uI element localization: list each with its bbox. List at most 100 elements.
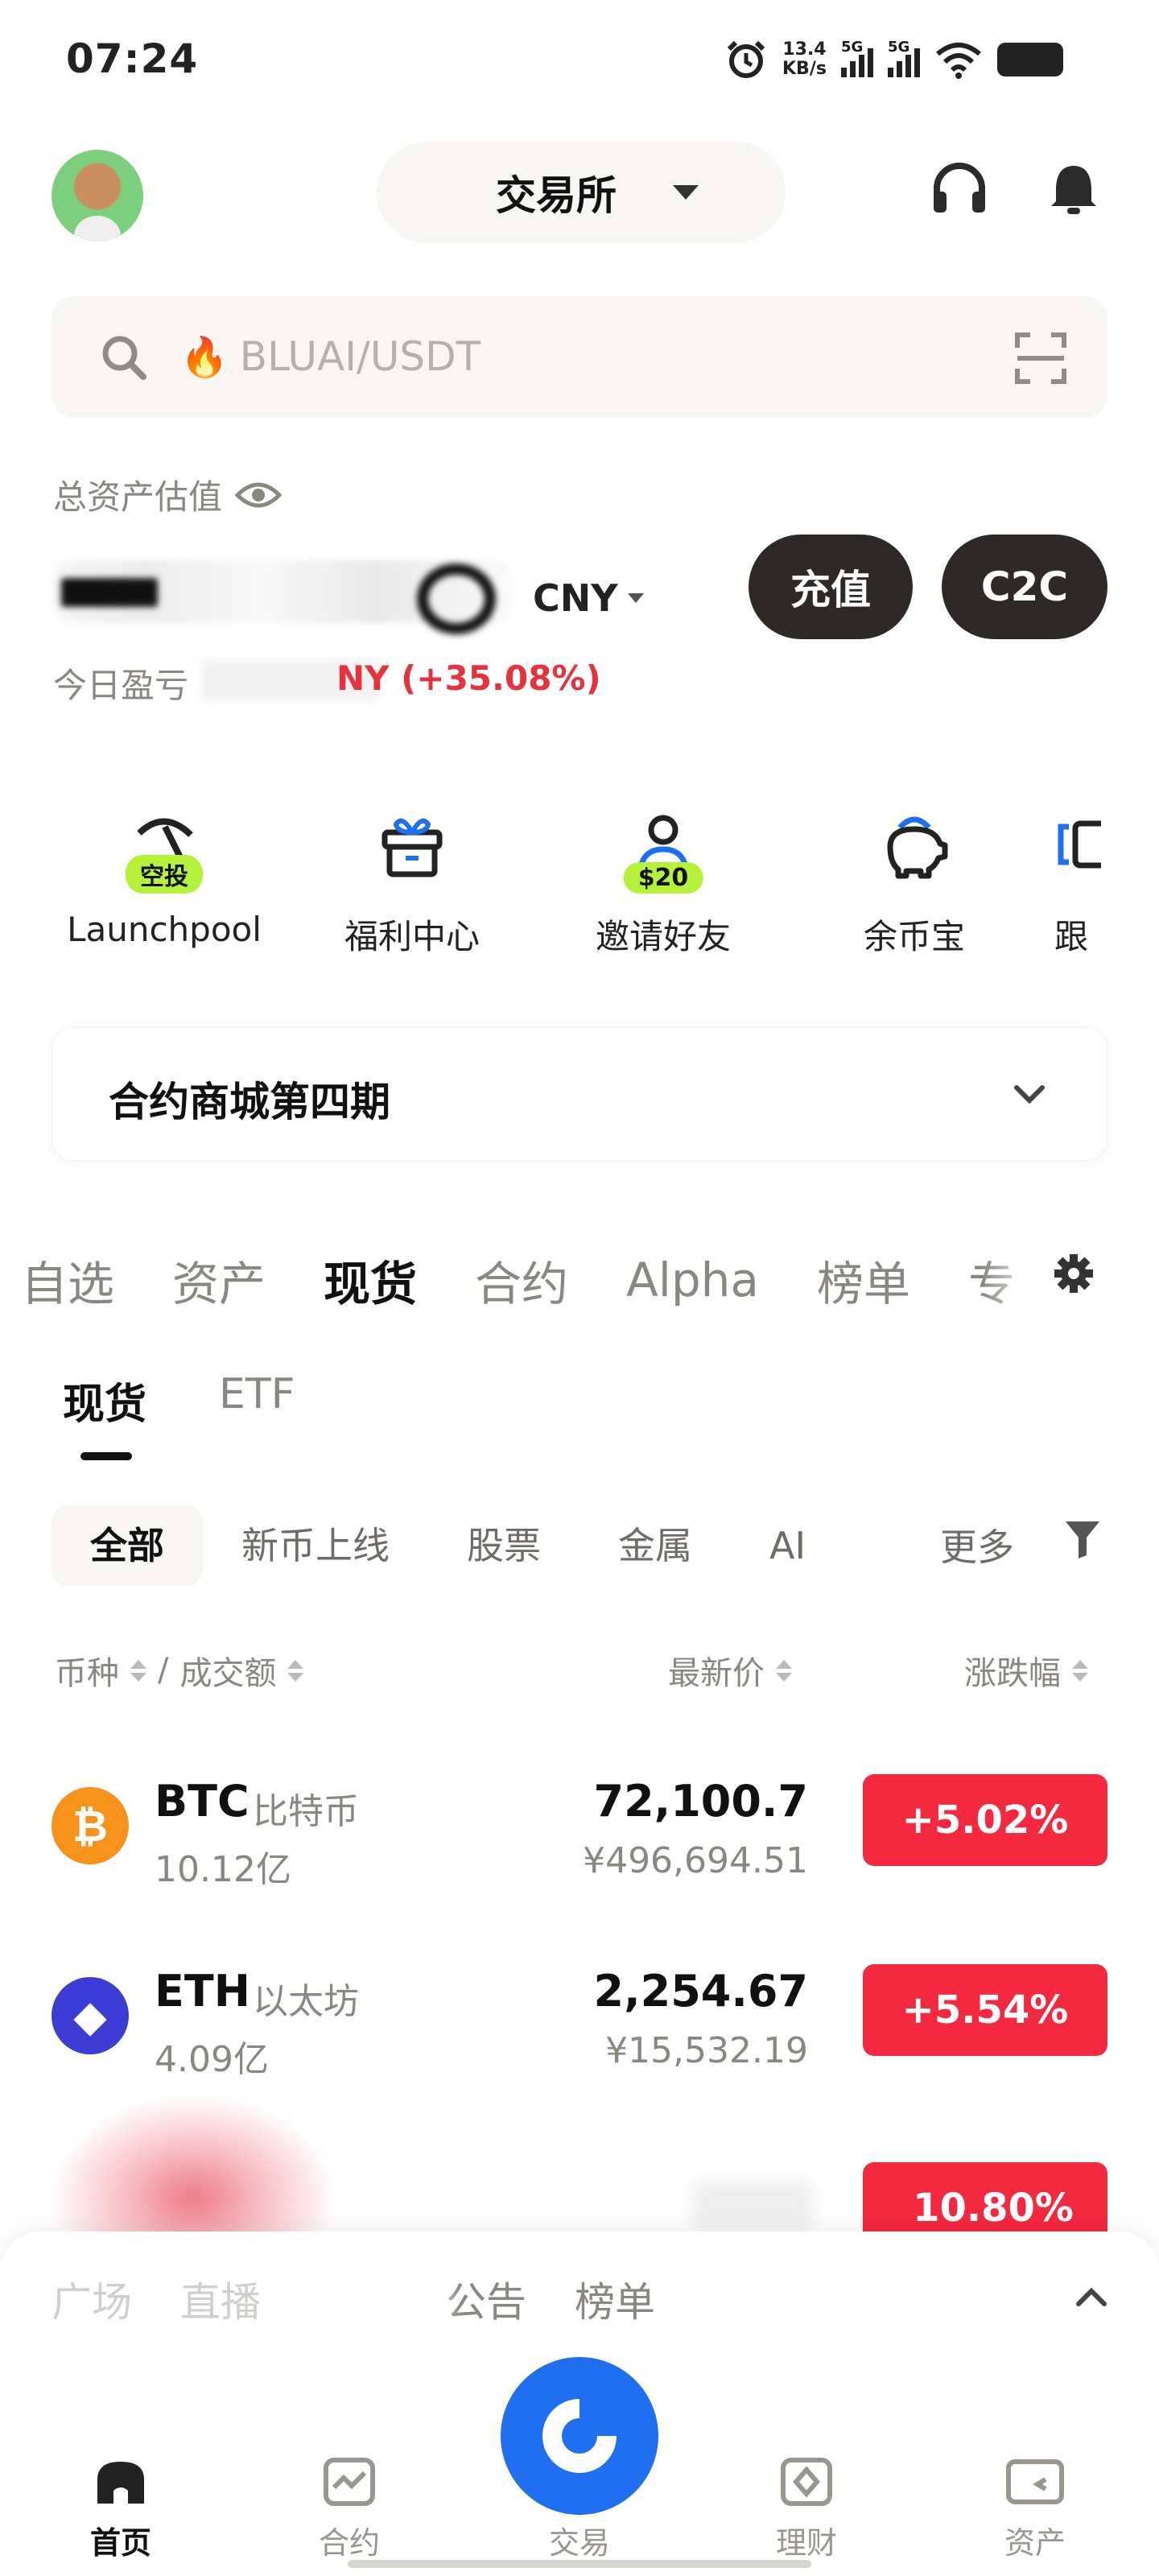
coin-volume: 4.09亿 xyxy=(155,2039,269,2080)
quick-action-savings[interactable]: 余币宝 xyxy=(802,797,1027,959)
caret-down-icon xyxy=(673,185,699,200)
drawer-blur-overlay xyxy=(32,2254,451,2351)
filter-stocks[interactable]: 股票 xyxy=(428,1505,580,1586)
filter-metals[interactable]: 金属 xyxy=(580,1505,731,1586)
sort-icon xyxy=(130,1659,146,1682)
alarm-icon xyxy=(727,40,765,78)
search-input[interactable]: 🔥 BLUAI/USDT xyxy=(180,333,481,380)
piggy-bank-icon xyxy=(887,816,948,879)
signal-2-icon: 5G xyxy=(887,39,920,77)
trade-button[interactable] xyxy=(501,2357,658,2515)
market-tabs: 自选 资产 现货 合约 Alpha 榜单 专 xyxy=(21,1240,1073,1320)
avatar[interactable] xyxy=(52,150,143,242)
table-row[interactable]: ₿ BTC 比特币 10.12亿 72,100.7 ¥496,694.51 +5… xyxy=(0,1757,1159,1918)
spot-subtabs: 现货 ETF xyxy=(63,1370,295,1430)
status-time: 07:24 xyxy=(66,35,199,82)
wallet-icon xyxy=(1006,2459,1064,2504)
quick-action-copy-trade[interactable]: 跟 xyxy=(1053,797,1159,959)
gear-icon[interactable] xyxy=(1051,1251,1096,1296)
quick-action-invite[interactable]: $20 邀请好友 xyxy=(551,797,776,959)
filter-new-listing[interactable]: 新币上线 xyxy=(203,1505,428,1586)
col-price-header[interactable]: 最新价 xyxy=(668,1647,792,1694)
change-badge[interactable]: +5.54% xyxy=(863,1964,1107,2056)
tab-assets[interactable]: 资产 xyxy=(172,1246,266,1314)
search-placeholder: BLUAI/USDT xyxy=(239,333,481,380)
nav-futures[interactable]: 合约 xyxy=(269,2455,430,2562)
sort-icon xyxy=(1072,1659,1088,1682)
masked-price xyxy=(692,2182,813,2230)
earn-icon xyxy=(781,2458,832,2506)
tab-alpha[interactable]: Alpha xyxy=(626,1253,759,1307)
tab-spot[interactable]: 现货 xyxy=(324,1246,417,1314)
subtab-spot[interactable]: 现货 xyxy=(63,1370,146,1430)
net-speed: 13.4 KB/s xyxy=(782,39,827,79)
pnl-label: 今日盈亏 xyxy=(53,666,189,705)
eye-icon[interactable] xyxy=(235,479,283,511)
coin-price: 72,100.7 xyxy=(593,1776,808,1827)
trade-label: 交易 xyxy=(548,2525,610,2561)
status-icons: 13.4 KB/s 5G 5G xyxy=(724,34,1063,85)
coin-symbol: BTC xyxy=(155,1776,250,1827)
coin-price-cny: ¥496,694.51 xyxy=(583,1840,808,1881)
signal-1-icon: 5G xyxy=(840,39,873,77)
tabs-fade xyxy=(982,1224,1054,1336)
battery-icon xyxy=(996,43,1063,76)
search-bar[interactable]: 🔥 BLUAI/USDT xyxy=(52,296,1107,417)
pnl-value: NY (+35.08%) xyxy=(336,658,601,698)
tab-futures[interactable]: 合约 xyxy=(475,1246,568,1314)
gift-icon xyxy=(382,818,443,877)
fire-icon: 🔥 xyxy=(180,334,229,380)
table-row[interactable]: ◆ ETH 以太坊 4.09亿 2,254.67 ¥15,532.19 +5.5… xyxy=(0,1946,1159,2107)
quick-action-launchpool[interactable]: 空投 Launchpool xyxy=(52,797,277,949)
deposit-button[interactable]: 充值 xyxy=(749,535,913,639)
promo-collapse-card[interactable]: 合约商城第四期 xyxy=(52,1027,1107,1161)
coin-price-cny: ¥15,532.19 xyxy=(605,2030,808,2071)
headset-icon[interactable] xyxy=(927,158,992,222)
nav-assets[interactable]: 资产 xyxy=(955,2455,1116,2562)
scan-icon[interactable] xyxy=(1014,332,1067,385)
col-change-header[interactable]: 涨跌幅 xyxy=(964,1647,1088,1694)
chevron-up-icon[interactable] xyxy=(1070,2277,1112,2318)
promo-title: 合约商城第四期 xyxy=(109,1079,390,1125)
exchange-switcher[interactable]: 交易所 xyxy=(377,142,786,243)
coin-name: 以太坊 xyxy=(253,1981,359,2022)
eth-icon: ◆ xyxy=(52,1977,129,2054)
trade-logo-icon xyxy=(542,2399,617,2473)
invite-badge: $20 xyxy=(623,862,703,894)
coin-symbol: ETH xyxy=(155,1966,250,2017)
tab-rankings[interactable]: 榜单 xyxy=(817,1246,910,1314)
filter-chips: 全部 新币上线 股票 金属 AI xyxy=(52,1505,844,1586)
subtab-underline xyxy=(80,1452,132,1460)
nav-earn[interactable]: 理财 xyxy=(726,2455,887,2562)
sort-icon xyxy=(776,1659,792,1682)
filter-icon[interactable] xyxy=(1062,1517,1103,1562)
exchange-label: 交易所 xyxy=(496,172,617,219)
drawer-tab-rankings[interactable]: 榜单 xyxy=(575,2270,655,2328)
airdrop-badge: 空投 xyxy=(126,855,203,894)
filter-more[interactable]: 更多 xyxy=(940,1518,1014,1571)
c2c-button[interactable]: C2C xyxy=(942,535,1107,639)
quick-action-welfare[interactable]: 福利中心 xyxy=(299,797,525,959)
asset-currency-select[interactable]: CNY xyxy=(533,576,644,620)
subtab-etf[interactable]: ETF xyxy=(219,1370,295,1430)
coin-price: 2,254.67 xyxy=(593,1966,808,2017)
nav-home[interactable]: 首页 xyxy=(40,2455,201,2562)
sort-icon xyxy=(287,1659,304,1682)
wifi-icon xyxy=(936,43,981,79)
bell-icon[interactable] xyxy=(1041,158,1106,222)
triangle-down-icon xyxy=(627,593,644,603)
home-indicator xyxy=(348,2560,811,2568)
copy-trade-icon xyxy=(1058,820,1101,869)
coin-volume: 10.12亿 xyxy=(155,1849,291,1890)
filter-ai[interactable]: AI xyxy=(731,1505,844,1586)
coin-name: 比特币 xyxy=(253,1791,359,1832)
filter-all[interactable]: 全部 xyxy=(52,1505,203,1586)
drawer-tab-announcement[interactable]: 公告 xyxy=(446,2270,526,2328)
change-badge[interactable]: +5.02% xyxy=(863,1774,1107,1866)
total-assets-label: 总资产估值 xyxy=(53,470,283,519)
futures-chart-icon xyxy=(324,2458,375,2506)
col-coin-header[interactable]: 币种 / 成交额 xyxy=(55,1647,304,1694)
tab-watchlist[interactable]: 自选 xyxy=(21,1246,114,1314)
total-assets-value-masked xyxy=(53,547,512,628)
search-icon xyxy=(102,336,146,380)
